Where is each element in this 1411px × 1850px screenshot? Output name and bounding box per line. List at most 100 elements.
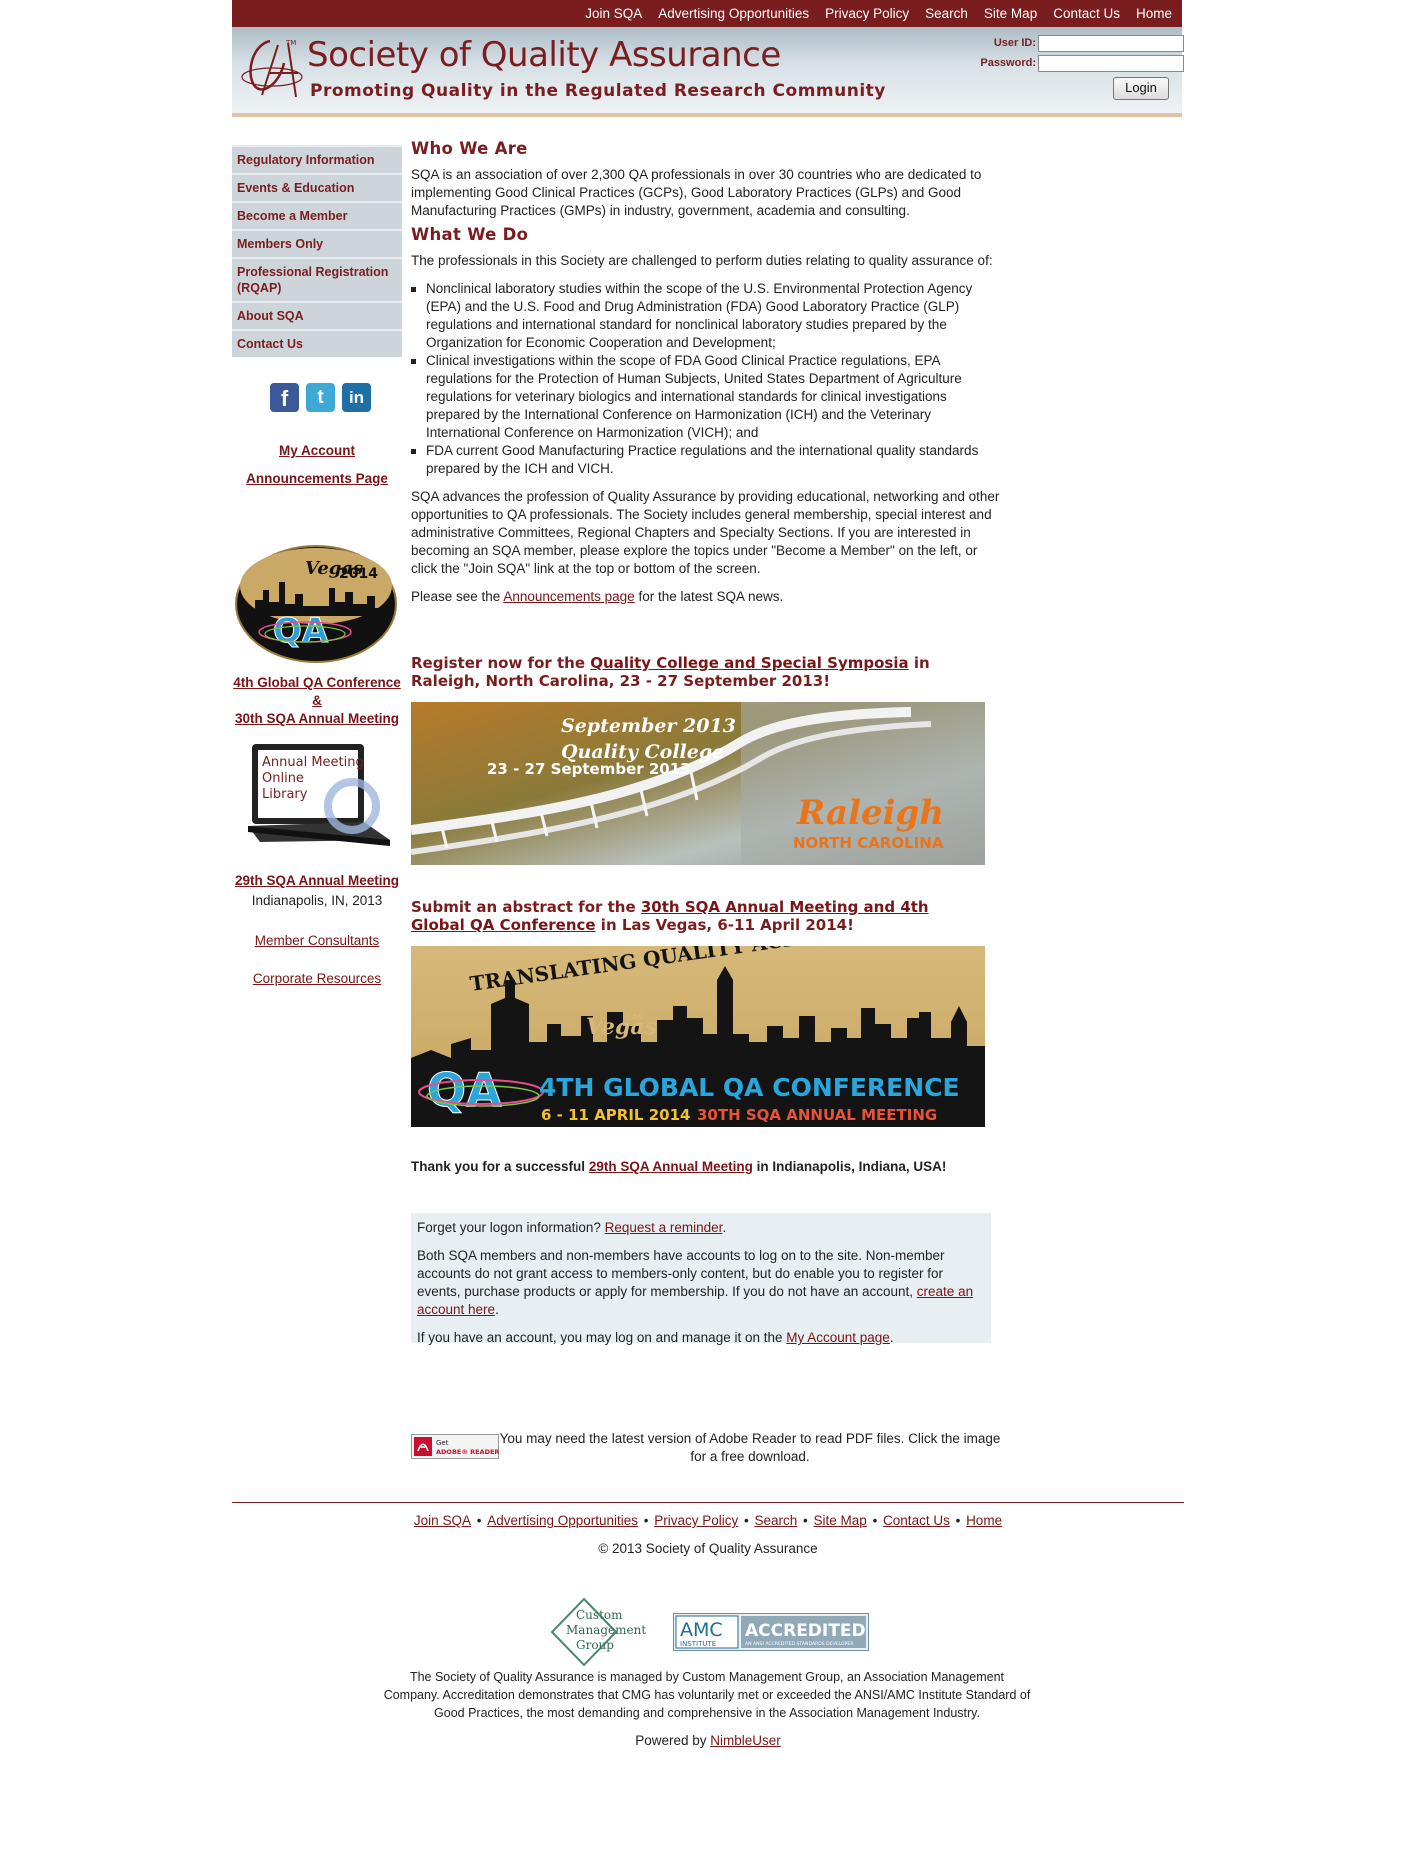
meeting-29-link-wrap: 29th SQA Annual Meeting (232, 872, 402, 890)
accredited-text: ACCREDITED (745, 1621, 866, 1641)
password-label: Password: (980, 57, 1036, 69)
raleigh-quality-college-banner[interactable]: September 2013 Quality College 23 - 27 S… (411, 702, 985, 865)
svg-text:Annual Meeting: Annual Meeting (262, 755, 364, 770)
nimbleuser-link[interactable]: NimbleUser (710, 1733, 781, 1748)
news-sentence: Please see the Announcements page for th… (411, 588, 1001, 606)
sidebar-item-become-member[interactable]: Become a Member (232, 201, 402, 229)
footer-home[interactable]: Home (966, 1513, 1002, 1528)
password-input[interactable] (1038, 55, 1184, 72)
top-nav-privacy[interactable]: Privacy Policy (825, 0, 909, 27)
what-we-do-intro: The professionals in this Society are ch… (411, 253, 993, 268)
announcements-link[interactable]: Announcements Page (246, 471, 388, 486)
sidebar-item-contact[interactable]: Contact Us (232, 329, 402, 357)
footer-join-sqa[interactable]: Join SQA (414, 1513, 471, 1528)
footer-site-map[interactable]: Site Map (814, 1513, 867, 1528)
sidebar-item-members-only[interactable]: Members Only (232, 229, 402, 257)
sqa-logo-icon[interactable]: TM (240, 33, 310, 109)
footer-links: Join SQA • Advertising Opportunities • P… (413, 1513, 1003, 1528)
banner-annual-meeting: 30TH SQA ANNUAL MEETING (697, 1106, 937, 1124)
sidebar-item-regulatory[interactable]: Regulatory Information (232, 145, 402, 173)
top-nav-site-map[interactable]: Site Map (984, 0, 1037, 27)
top-nav-contact[interactable]: Contact Us (1053, 0, 1120, 27)
footer-privacy[interactable]: Privacy Policy (654, 1513, 738, 1528)
thanks-pre: Thank you for a successful (411, 1159, 589, 1174)
my-account-page-link[interactable]: My Account page (786, 1330, 890, 1345)
my-account-link[interactable]: My Account (279, 443, 355, 458)
conference-links: 4th Global QA Conference & 30th SQA Annu… (232, 674, 402, 728)
account-info-box: Forget your logon information? Request a… (411, 1213, 991, 1345)
meeting-29-link[interactable]: 29th SQA Annual Meeting (235, 873, 399, 888)
footer-advertising[interactable]: Advertising Opportunities (487, 1513, 638, 1528)
sidebar-nav: Regulatory Information Events & Educatio… (232, 145, 402, 357)
list-item: Clinical investigations within the scope… (411, 352, 1001, 442)
powered-by: Powered by NimbleUser (232, 1733, 1184, 1748)
main-content: Who We Are SQA is an association of over… (411, 139, 1001, 1464)
site-title: Society of Quality Assurance (307, 35, 781, 75)
top-nav-join-sqa[interactable]: Join SQA (585, 0, 642, 27)
sidebar-item-events[interactable]: Events & Education (232, 173, 402, 201)
list-item: Nonclinical laboratory studies within th… (411, 280, 1001, 352)
sidebar-item-rqap[interactable]: Professional Registration (RQAP) (232, 257, 402, 301)
top-nav-advertising[interactable]: Advertising Opportunities (658, 0, 809, 27)
announcements-page-link[interactable]: Announcements page (503, 589, 634, 604)
conference-amp[interactable]: & (312, 693, 322, 708)
request-reminder-link[interactable]: Request a reminder (605, 1220, 723, 1235)
footer-search[interactable]: Search (755, 1513, 798, 1528)
banner-las: LAS (626, 1013, 643, 1022)
member-consultants-link[interactable]: Member Consultants (255, 933, 380, 948)
online-library-image[interactable]: Annual Meeting Online Library (240, 742, 396, 852)
announcements-link-wrap: Announcements Page (232, 470, 402, 488)
management-note: The Society of Quality Assurance is mana… (383, 1670, 1031, 1720)
linkedin-icon[interactable]: in (342, 383, 371, 412)
reader-badge-name: ADOBE® READER® (436, 1448, 499, 1456)
footer-contact[interactable]: Contact Us (883, 1513, 950, 1528)
custom-management-group-logo[interactable]: Custom Management Group (550, 1597, 650, 1667)
twitter-icon[interactable]: t (306, 383, 335, 412)
manage-sentence: If you have an account, you may log on a… (417, 1329, 986, 1347)
copyright: © 2013 Society of Quality Assurance (598, 1541, 818, 1556)
vegas-2014-badge[interactable]: Vegas 2014 QA (233, 542, 399, 666)
site-header: TM Society of Quality Assurance Promotin… (232, 27, 1184, 117)
get-adobe-reader-badge[interactable]: Get ADOBE® READER® (411, 1434, 499, 1459)
corporate-resources-link[interactable]: Corporate Resources (253, 971, 381, 986)
my-account-link-wrap: My Account (232, 442, 402, 460)
powered-pre: Powered by (635, 1733, 711, 1748)
news-post: for the latest SQA news. (634, 589, 784, 604)
abstract-post: in Las Vegas, 6-11 April 2014! (595, 916, 854, 934)
login-button[interactable]: Login (1113, 77, 1169, 100)
user-id-input[interactable] (1038, 35, 1184, 52)
user-id-label: User ID: (993, 37, 1036, 49)
register-heading: Register now for the Quality College and… (411, 654, 971, 690)
duties-list: Nonclinical laboratory studies within th… (411, 280, 1001, 478)
quality-college-link[interactable]: Quality College and Special Symposia (590, 654, 908, 672)
svg-text:Online: Online (262, 771, 304, 786)
facebook-icon[interactable]: f (270, 383, 299, 412)
meeting-29-location: Indianapolis, IN, 2013 (251, 893, 383, 908)
top-nav-search[interactable]: Search (925, 0, 968, 27)
thanks-sentence: Thank you for a successful 29th SQA Annu… (411, 1158, 991, 1176)
banner-conference: 4TH GLOBAL QA CONFERENCE (539, 1073, 960, 1102)
vegas-conference-banner[interactable]: TRANSLATING QUALITY ACROSS BOUNDARIES Ve… (411, 946, 985, 1127)
badge-qa-text: QA (273, 611, 329, 651)
banner-month: September 2013 (561, 715, 736, 737)
amc-accredited-logo[interactable]: AMC INSTITUTE ACCREDITED AN ANSI ACCREDI… (673, 1613, 869, 1651)
register-pre: Register now for the (411, 654, 591, 672)
member-consultants-link-wrap: Member Consultants (232, 932, 402, 950)
svg-text:Group: Group (576, 1638, 614, 1652)
abstract-pre: Submit an abstract for the (411, 898, 641, 916)
ansi-text: AN ANSI ACCREDITED STANDARDS DEVELOPER (745, 1641, 854, 1647)
global-qa-conference-link[interactable]: 4th Global QA Conference (233, 675, 401, 690)
annual-meeting-30-link[interactable]: 30th SQA Annual Meeting (235, 711, 399, 726)
banner-state: NORTH CAROLINA (793, 834, 944, 852)
who-we-are-heading: Who We Are (411, 139, 528, 158)
thanks-post: in Indianapolis, Indiana, USA! (752, 1159, 947, 1174)
amc-institute-text: INSTITUTE (680, 1640, 716, 1648)
svg-text:Library: Library (262, 787, 308, 802)
sidebar-item-about[interactable]: About SQA (232, 301, 402, 329)
svg-text:TM: TM (285, 39, 296, 47)
adobe-reader-notice: Get ADOBE® READER® You may need the late… (411, 1430, 1001, 1470)
meeting-29-main-link[interactable]: 29th SQA Annual Meeting (589, 1159, 753, 1174)
accounts-sentence: Both SQA members and non-members have ac… (417, 1247, 986, 1319)
forget-post: . (722, 1220, 727, 1235)
top-nav-home[interactable]: Home (1136, 0, 1172, 27)
